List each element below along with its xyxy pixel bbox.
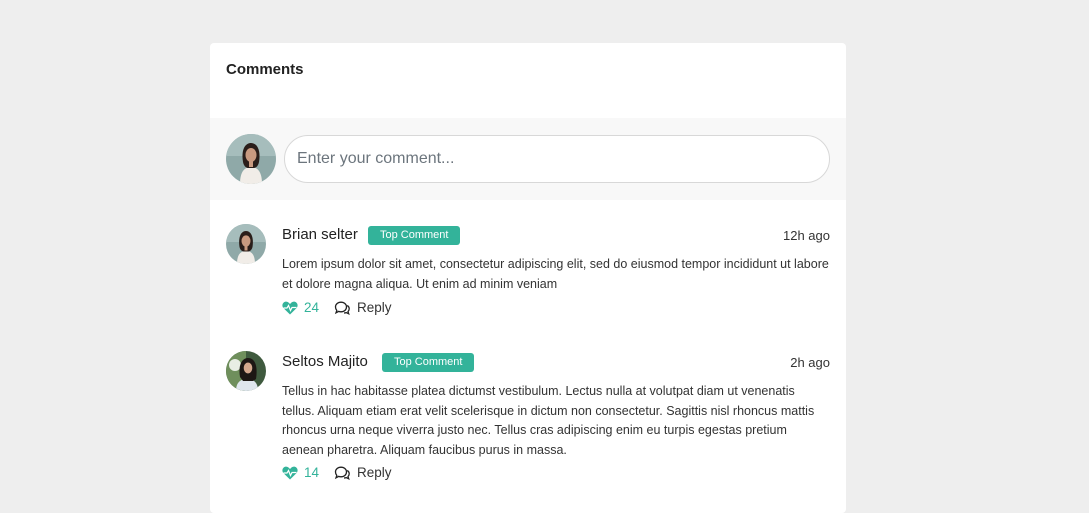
comment-author[interactable]: Brian selter — [282, 226, 358, 243]
comment-avatar — [226, 224, 266, 264]
like-button[interactable]: 14 — [282, 465, 319, 480]
comment-body: Seltos Majito Top Comment 2h ago Tellus … — [282, 351, 830, 460]
comment-timestamp: 2h ago — [790, 355, 830, 370]
comment-text: Lorem ipsum dolor sit amet, consectetur … — [282, 257, 829, 291]
card-title: Comments — [226, 61, 304, 78]
comment-actions: 14 Reply — [282, 465, 392, 480]
like-count: 24 — [304, 300, 320, 315]
heart-pulse-icon — [282, 301, 298, 314]
top-comment-badge: Top Comment — [382, 353, 475, 372]
chat-bubbles-icon — [334, 301, 350, 315]
heart-pulse-icon — [282, 466, 298, 479]
comment-body: Brian selter Top Comment 12h ago Lorem i… — [282, 224, 830, 294]
like-count: 14 — [304, 465, 320, 480]
reply-button[interactable]: Reply — [334, 465, 392, 480]
card-header: Comments — [210, 43, 846, 118]
comments-card: Comments Enter your comment... Brian sel… — [210, 43, 846, 513]
comment-header: Seltos Majito Top Comment 2h ago — [282, 351, 830, 373]
comment-input[interactable] — [284, 135, 830, 183]
current-user-avatar — [226, 134, 276, 184]
like-button[interactable]: 24 — [282, 300, 319, 315]
comment-author[interactable]: Seltos Majito — [282, 353, 368, 370]
reply-label: Reply — [357, 465, 392, 480]
reply-button[interactable]: Reply — [334, 300, 392, 315]
reply-label: Reply — [357, 300, 392, 315]
comment-actions: 24 Reply — [282, 300, 392, 315]
comment-text: Tellus in hac habitasse platea dictumst … — [282, 384, 815, 457]
chat-bubbles-icon — [334, 466, 350, 480]
comment-timestamp: 12h ago — [783, 228, 830, 243]
comment-composer — [210, 118, 846, 200]
comment-header: Brian selter Top Comment 12h ago — [282, 224, 830, 246]
comment-avatar — [226, 351, 266, 391]
top-comment-badge: Top Comment — [368, 226, 461, 245]
